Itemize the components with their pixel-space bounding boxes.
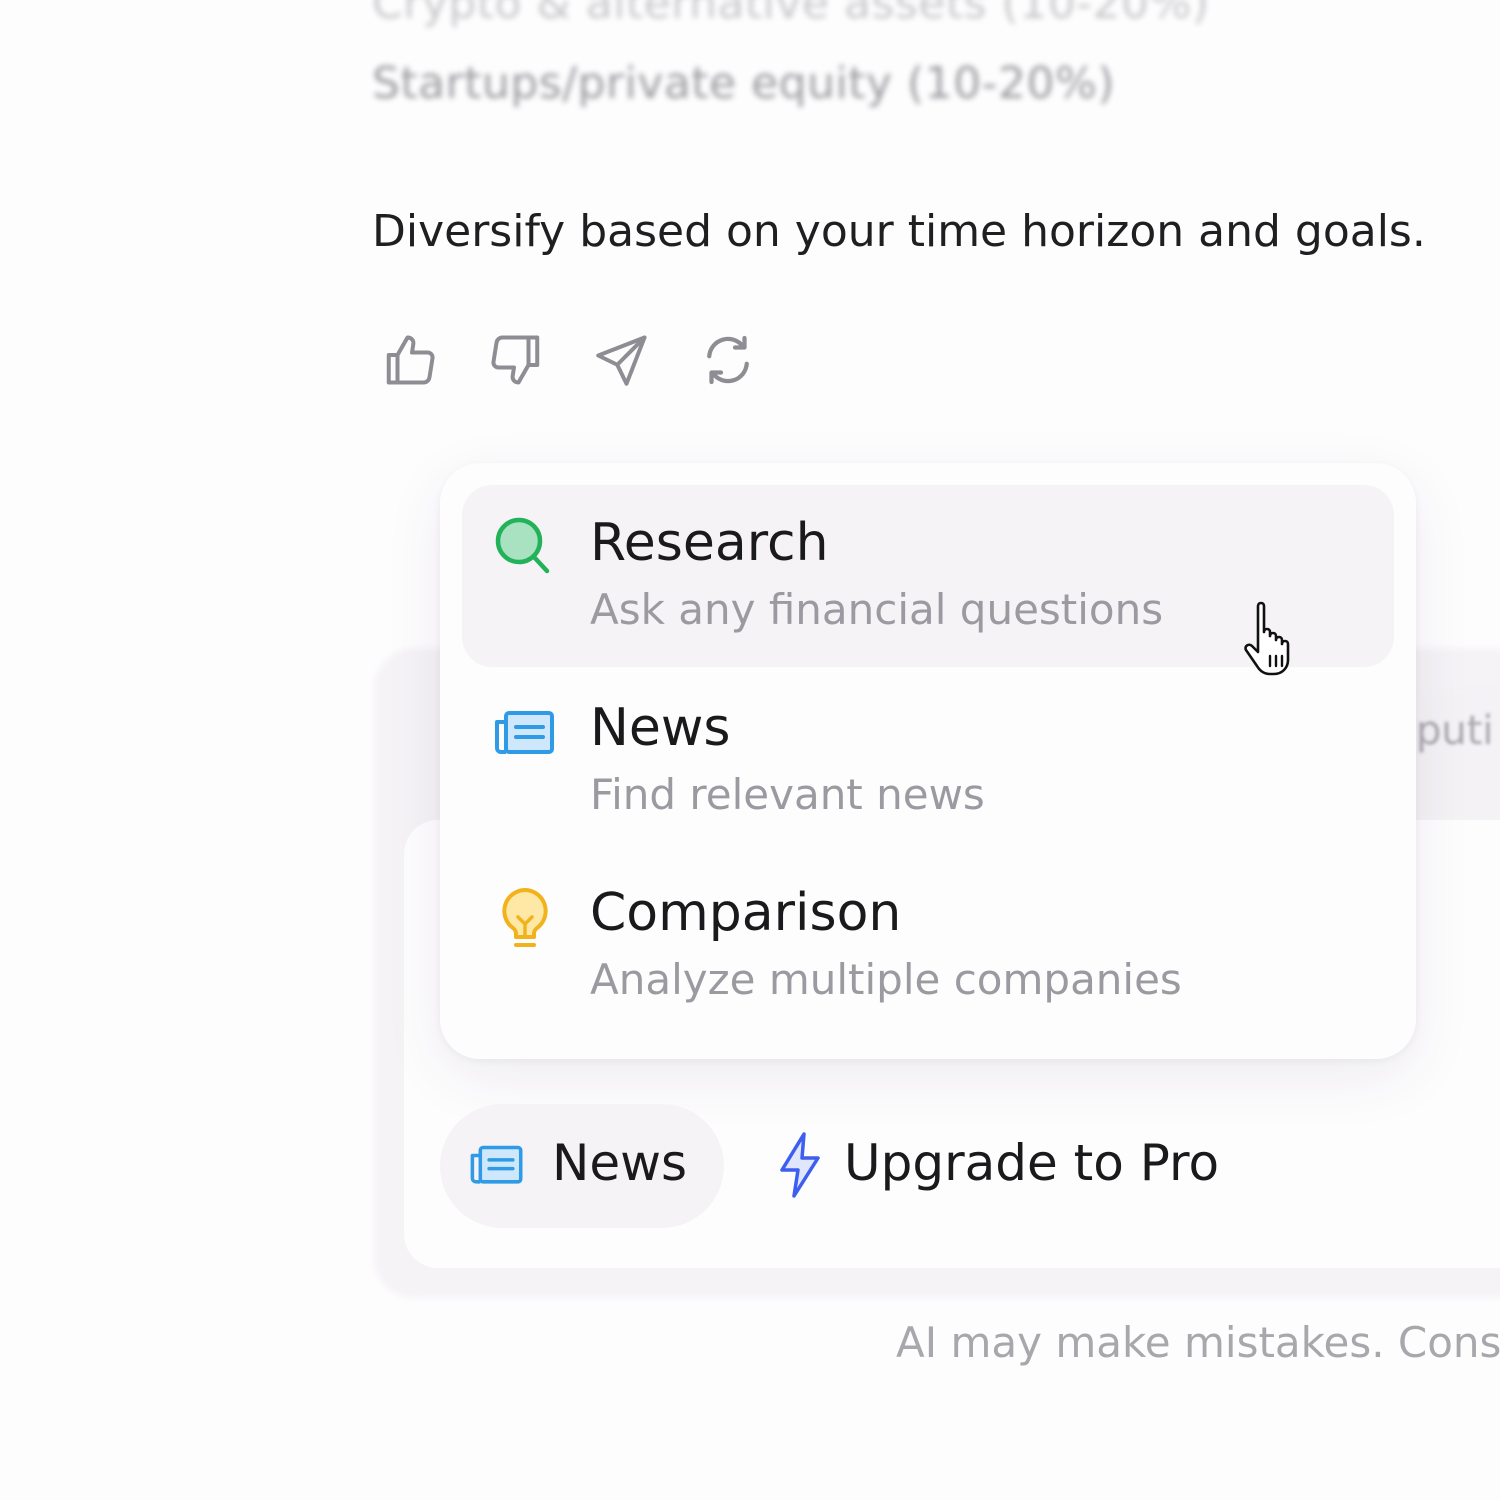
chat-screen: Crypto & alternative assets (10-20%) Sta… bbox=[0, 0, 1500, 1500]
selected-tool-label: News bbox=[552, 1134, 688, 1192]
newspaper-icon bbox=[470, 1145, 523, 1184]
composer-placeholder[interactable]: puti bbox=[1416, 708, 1494, 754]
thumbs-up-icon bbox=[386, 335, 435, 385]
newspaper-icon bbox=[495, 711, 554, 754]
tool-menu: Research Ask any financial questions New… bbox=[440, 463, 1416, 1059]
menu-item-subtitle: Analyze multiple companies bbox=[590, 955, 1182, 1004]
disclaimer-text: AI may make mistakes. Consi bbox=[896, 1318, 1500, 1367]
message-actions bbox=[380, 325, 758, 395]
thumbs-up-button[interactable] bbox=[380, 325, 440, 395]
menu-item-news[interactable]: News Find relevant news bbox=[462, 670, 1394, 852]
menu-item-subtitle: Ask any financial questions bbox=[590, 585, 1164, 634]
regenerate-icon bbox=[707, 335, 749, 385]
previous-message-line: Startups/private equity (10-20%) bbox=[372, 58, 1115, 109]
menu-item-title: Comparison bbox=[590, 883, 902, 943]
menu-item-subtitle: Find relevant news bbox=[590, 770, 985, 819]
previous-message-line: Crypto & alternative assets (10-20%) bbox=[372, 0, 1210, 29]
lightning-icon bbox=[780, 1132, 820, 1198]
thumbs-down-button[interactable] bbox=[486, 325, 546, 395]
menu-item-title: News bbox=[590, 698, 731, 758]
search-icon bbox=[495, 517, 550, 574]
thumbs-down-icon bbox=[491, 335, 540, 385]
menu-item-title: Research bbox=[590, 513, 829, 573]
assistant-message: Diversify based on your time horizon and… bbox=[372, 206, 1426, 257]
lightbulb-icon bbox=[502, 888, 548, 947]
share-button[interactable] bbox=[592, 325, 652, 395]
menu-item-comparison[interactable]: Comparison Analyze multiple companies bbox=[462, 855, 1394, 1037]
hand-pointer-icon bbox=[1244, 601, 1290, 676]
selected-tool-chip[interactable]: News bbox=[440, 1104, 724, 1228]
regenerate-button[interactable] bbox=[698, 325, 758, 395]
upgrade-label: Upgrade to Pro bbox=[844, 1134, 1220, 1192]
send-icon bbox=[596, 335, 647, 386]
